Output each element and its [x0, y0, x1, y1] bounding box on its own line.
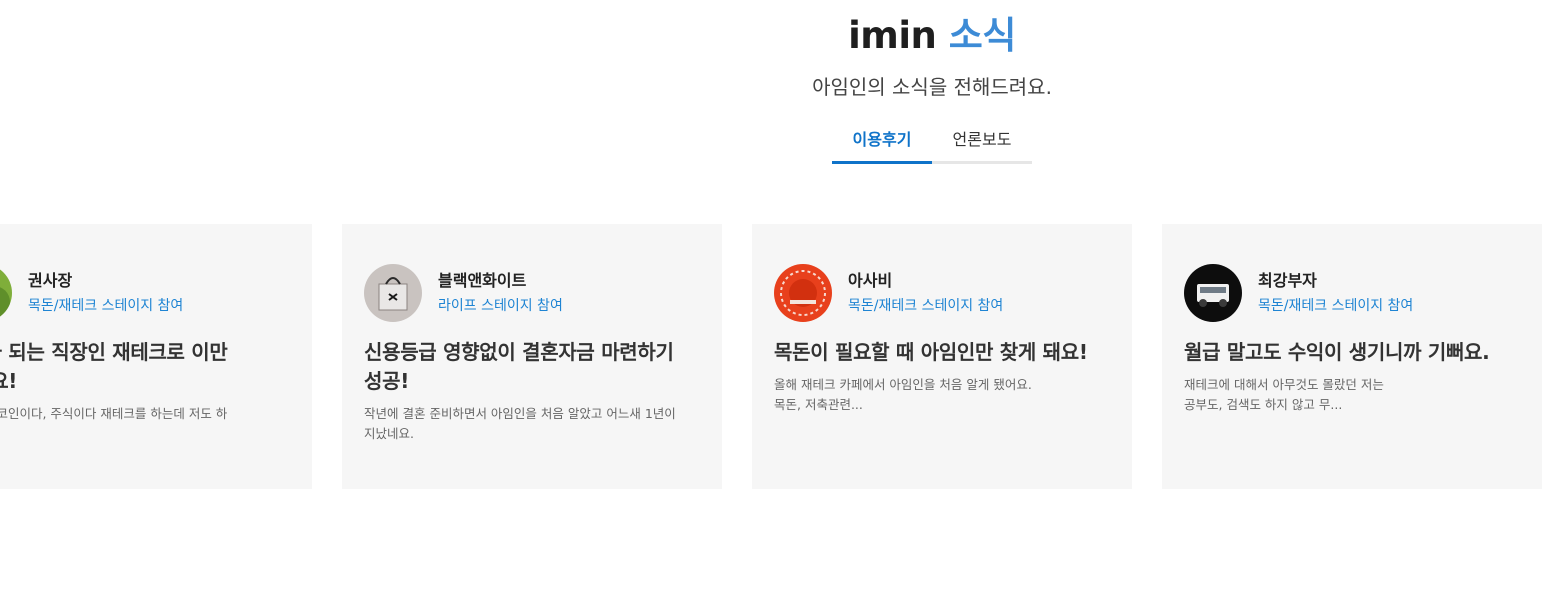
review-excerpt: 재테크에 대해서 아무것도 몰랐던 저는 공부도, 검색도 하지 않고 무...: [1184, 377, 1384, 412]
review-card-header: 아사비 목돈/재테크 스테이지 참여: [774, 264, 1110, 322]
reviewer-info: 아사비 목돈/재테크 스테이지 참여: [848, 270, 1003, 317]
reviewer-name: 아사비: [848, 270, 893, 290]
reviewer-name: 블랙앤화이트: [438, 270, 527, 290]
review-card[interactable]: 권사장 목돈/재테크 스테이지 참여 +a가 되는 직장인 재테크로 이만 없어…: [0, 224, 312, 489]
reviewer-stage: 목돈/재테크 스테이지 참여: [848, 297, 1004, 314]
review-excerpt: 올해 재테크 카페에서 아임인을 처음 알게 됐어요. 목돈, 저축관련...: [774, 377, 1032, 412]
section-title: imin 소식: [0, 12, 1561, 60]
review-carousel[interactable]: 권사장 목돈/재테크 스테이지 참여 +a가 되는 직장인 재테크로 이만 없어…: [0, 224, 1561, 490]
tab-press[interactable]: 언론보도: [932, 122, 1032, 164]
reviewer-stage: 라이프 스테이지 참여: [438, 297, 563, 314]
reviewer-stage: 목돈/재테크 스테이지 참여: [1258, 297, 1414, 314]
reviewer-name: 권사장: [28, 270, 73, 290]
avatar-green-leaves-image: [0, 264, 12, 322]
tab-reviews[interactable]: 이용후기: [832, 122, 932, 164]
avatar: [364, 264, 422, 322]
avatar: [774, 264, 832, 322]
reviewer-name: 최강부자: [1258, 270, 1317, 290]
review-card-header: 권사장 목돈/재테크 스테이지 참여: [0, 264, 290, 322]
reviewer-info: 블랙앤화이트 라이프 스테이지 참여: [438, 270, 563, 317]
avatar-white-suv-image: [1184, 264, 1242, 322]
avatar-red-pattern-image: [774, 264, 832, 322]
reviewer-info: 권사장 목돈/재테크 스테이지 참여: [28, 270, 183, 317]
section-subtitle: 아임인의 소식을 전해드려요.: [812, 75, 1052, 99]
review-card-header: 최강부자 목돈/재테크 스테이지 참여: [1184, 264, 1520, 322]
reviewer-stage: 목돈/재테크 스테이지 참여: [28, 297, 184, 314]
title-brand: imin: [848, 14, 937, 57]
review-title: +a가 되는 직장인 재테크로 이만 없어요!: [0, 340, 228, 393]
review-title: 월급 말고도 수익이 생기니까 기뻐요.: [1184, 340, 1490, 364]
avatar: [0, 264, 12, 322]
avatar: [1184, 264, 1242, 322]
review-title: 목돈이 필요할 때 아임인만 찾게 돼요!: [774, 340, 1088, 364]
review-card[interactable]: 아사비 목돈/재테크 스테이지 참여 목돈이 필요할 때 아임인만 찾게 돼요!…: [752, 224, 1132, 489]
review-excerpt: 어 다들 코인이다, 주식이다 재테크를 하는데 저도 하 는 해...: [0, 406, 228, 421]
review-excerpt: 작년에 결혼 준비하면서 아임인을 처음 알았고 어느새 1년이 지났네요.: [364, 406, 676, 441]
avatar-gift-bag-image: [364, 264, 422, 322]
review-card[interactable]: 블랙앤화이트 라이프 스테이지 참여 신용등급 영향없이 결혼자금 마련하기 성…: [342, 224, 722, 489]
reviewer-info: 최강부자 목돈/재테크 스테이지 참여: [1258, 270, 1413, 317]
review-card[interactable]: 최강부자 목돈/재테크 스테이지 참여 월급 말고도 수익이 생기니까 기뻐요.…: [1162, 224, 1542, 489]
news-tabs: 이용후기 언론보도: [832, 122, 1032, 164]
title-accent: 소식: [948, 14, 1017, 57]
review-card-header: 블랙앤화이트 라이프 스테이지 참여: [364, 264, 700, 322]
news-section: imin 소식 아임인의 소식을 전해드려요. 이용후기 언론보도 권사장 목돈: [0, 0, 1561, 589]
review-title: 신용등급 영향없이 결혼자금 마련하기 성공!: [364, 340, 674, 393]
